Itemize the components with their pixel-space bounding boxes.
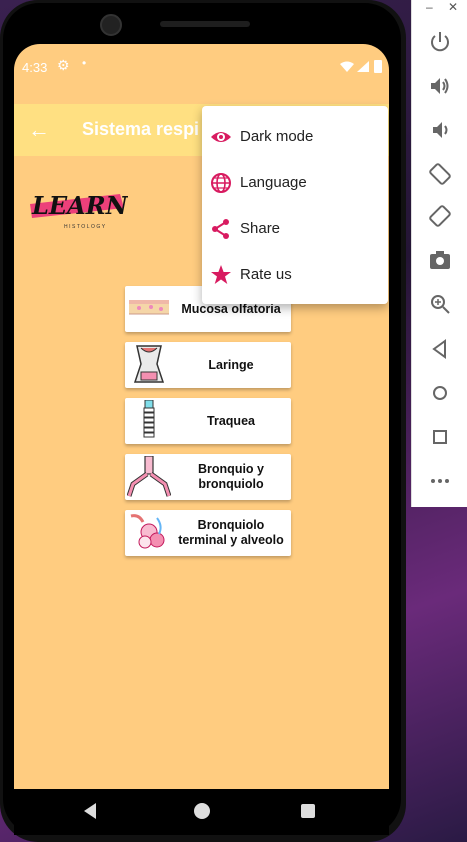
list-item[interactable]: Traquea (125, 398, 291, 444)
back-icon[interactable] (428, 337, 452, 361)
menu-item-share[interactable]: Share (202, 206, 388, 252)
menu-item-label: Language (240, 174, 307, 191)
page-title: Sistema respi (82, 119, 200, 139)
more-icon[interactable] (428, 469, 452, 493)
status-time: 4:33 (22, 60, 48, 75)
globe-icon (211, 173, 231, 193)
system-navigation-bar (14, 789, 389, 835)
emulator-toolbar: – ✕ (411, 0, 467, 507)
rotate-left-icon[interactable] (428, 162, 452, 186)
menu-item-label: Dark mode (240, 128, 314, 145)
battery-icon (374, 60, 382, 73)
nav-recents-icon[interactable] (301, 804, 315, 818)
logo-subtitle: HISTOLOGY (64, 224, 107, 230)
camera-icon[interactable] (428, 248, 452, 272)
menu-item-label: Share (240, 220, 281, 237)
star-icon (211, 265, 231, 284)
menu-item-dark-mode[interactable]: Dark mode (202, 114, 388, 160)
overflow-menu: Dark mode Language Share Rate us (202, 106, 388, 304)
overview-icon[interactable] (428, 425, 452, 449)
learn-histology-logo: LEARN HISTOLOGY (30, 191, 128, 230)
close-icon[interactable]: ✕ (448, 0, 458, 14)
list-item[interactable]: Bronquio y bronquiolo (125, 454, 291, 500)
emulator-window-controls: – ✕ (412, 0, 467, 16)
settings-gear-icon: ⚙ (57, 57, 70, 73)
item-label: Traquea (207, 413, 255, 428)
item-label: Laringe (208, 357, 254, 372)
trachea-image (143, 400, 155, 438)
front-camera (100, 14, 122, 36)
rotate-right-icon[interactable] (428, 204, 452, 228)
olfactory-mucosa-image (129, 300, 169, 315)
eye-icon (211, 132, 231, 142)
volume-up-icon[interactable] (428, 74, 452, 98)
minimize-icon[interactable]: – (426, 0, 433, 14)
volume-down-icon[interactable] (428, 118, 452, 142)
share-icon (212, 219, 229, 239)
item-label: Bronquiolo terminal y alveolo (178, 518, 284, 547)
logo-text: LEARN (31, 191, 128, 220)
zoom-icon[interactable] (428, 292, 452, 316)
earpiece-speaker (160, 21, 250, 27)
signal-icon (357, 61, 369, 72)
topic-list: Mucosa olfatoria Laringe Traquea Bronqui… (125, 286, 293, 566)
menu-item-rate-us[interactable]: Rate us (202, 252, 388, 298)
wifi-icon (340, 61, 354, 72)
menu-item-label: Rate us (240, 266, 292, 283)
list-item[interactable]: Laringe (125, 342, 291, 388)
item-label: Bronquio y bronquiolo (198, 462, 264, 491)
back-arrow-icon[interactable]: ← (28, 117, 54, 143)
list-item[interactable]: Bronquiolo terminal y alveolo (125, 510, 291, 556)
nav-back-icon[interactable] (84, 803, 96, 819)
alveolus-image (130, 514, 165, 549)
status-bar: 4:33 ⚙ • (14, 44, 389, 88)
home-icon[interactable] (428, 381, 452, 405)
larynx-image (133, 345, 165, 383)
menu-item-language[interactable]: Language (202, 160, 388, 206)
nav-home-icon[interactable] (194, 803, 210, 819)
bronchus-image (127, 456, 171, 497)
power-icon[interactable] (428, 30, 452, 54)
notification-dot-icon: • (82, 56, 87, 70)
